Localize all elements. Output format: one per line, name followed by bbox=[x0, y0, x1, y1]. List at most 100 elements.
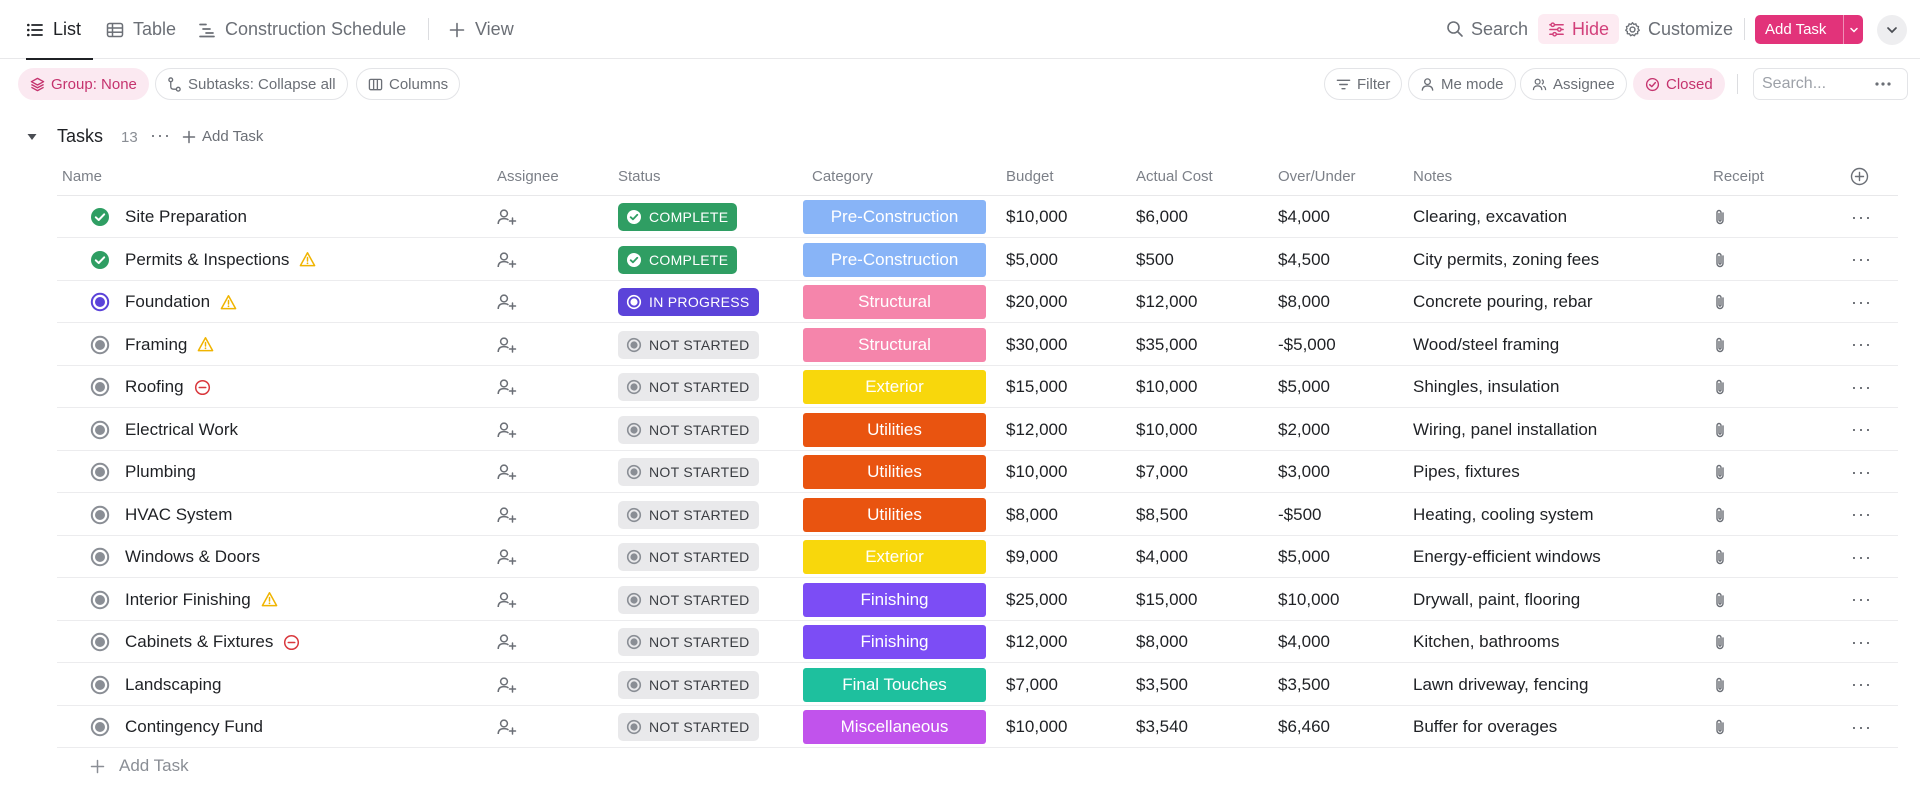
budget-cell[interactable]: $12,000 bbox=[1006, 621, 1067, 663]
assignee-cell[interactable] bbox=[497, 366, 517, 408]
category-badge[interactable]: Pre-Construction bbox=[803, 242, 986, 277]
column-receipt[interactable]: Receipt bbox=[1713, 168, 1764, 185]
receipt-cell[interactable] bbox=[1712, 536, 1728, 578]
task-name-cell[interactable]: Electrical Work bbox=[125, 409, 238, 451]
over-under-cell[interactable]: -$5,000 bbox=[1278, 324, 1336, 366]
status-badge[interactable]: NOT STARTED bbox=[618, 415, 759, 444]
add-assignee-icon[interactable] bbox=[497, 506, 517, 524]
assignee-cell[interactable] bbox=[497, 196, 517, 238]
row-menu-button[interactable]: ··· bbox=[1851, 196, 1872, 238]
budget-cell[interactable]: $5,000 bbox=[1006, 239, 1058, 281]
notes-cell[interactable]: City permits, zoning fees bbox=[1413, 239, 1599, 281]
add-assignee-icon[interactable] bbox=[497, 591, 517, 609]
task-name-cell[interactable]: Plumbing bbox=[125, 451, 196, 493]
assignee-cell[interactable] bbox=[497, 536, 517, 578]
tab-list[interactable]: List bbox=[26, 0, 94, 60]
table-row[interactable]: Contingency Fund NOT STARTED Miscellaneous… bbox=[57, 706, 1898, 748]
add-task-row[interactable]: Add Task bbox=[90, 756, 189, 776]
actual-cost-cell[interactable]: $8,500 bbox=[1136, 494, 1188, 536]
table-row[interactable]: Landscaping NOT STARTED Final Touches $7,00… bbox=[57, 664, 1898, 706]
task-name-cell[interactable]: Foundation bbox=[125, 281, 237, 323]
table-row[interactable]: Foundation IN PROGRESS Structural $20,000 $1… bbox=[57, 281, 1898, 323]
columns-chip[interactable]: Columns bbox=[356, 68, 461, 100]
task-name[interactable]: Landscaping bbox=[125, 675, 221, 695]
add-assignee-icon[interactable] bbox=[497, 676, 517, 694]
table-row[interactable]: Plumbing NOT STARTED Utilities $10,000 $7,00… bbox=[57, 451, 1898, 493]
row-menu-button[interactable]: ··· bbox=[1851, 706, 1872, 748]
table-row[interactable]: Framing NOT STARTED Structural $30,000 $35,0… bbox=[57, 324, 1898, 366]
actual-cost-cell[interactable]: $15,000 bbox=[1136, 579, 1197, 621]
receipt-cell[interactable] bbox=[1712, 494, 1728, 536]
budget-cell[interactable]: $25,000 bbox=[1006, 579, 1067, 621]
group-add-task-button[interactable]: Add Task bbox=[182, 128, 263, 145]
actual-cost-cell[interactable]: $6,000 bbox=[1136, 196, 1188, 238]
notes-cell[interactable]: Wood/steel framing bbox=[1413, 324, 1559, 366]
notes-cell[interactable]: Shingles, insulation bbox=[1413, 366, 1559, 408]
receipt-cell[interactable] bbox=[1712, 664, 1728, 706]
over-under-cell[interactable]: -$500 bbox=[1278, 494, 1321, 536]
not-started-status-icon[interactable] bbox=[90, 632, 110, 652]
task-name-cell[interactable]: HVAC System bbox=[125, 494, 232, 536]
over-under-cell[interactable]: $5,000 bbox=[1278, 536, 1330, 578]
over-under-cell[interactable]: $4,000 bbox=[1278, 621, 1330, 663]
closed-chip[interactable]: Closed bbox=[1633, 68, 1725, 100]
task-name[interactable]: Site Preparation bbox=[125, 207, 247, 227]
budget-cell[interactable]: $10,000 bbox=[1006, 196, 1067, 238]
assignee-cell[interactable] bbox=[497, 281, 517, 323]
collapse-toggle-button[interactable] bbox=[1877, 15, 1907, 45]
budget-cell[interactable]: $9,000 bbox=[1006, 536, 1058, 578]
add-assignee-icon[interactable] bbox=[497, 378, 517, 396]
actual-cost-cell[interactable]: $8,000 bbox=[1136, 621, 1188, 663]
add-assignee-icon[interactable] bbox=[497, 336, 517, 354]
notes-cell[interactable]: Clearing, excavation bbox=[1413, 196, 1567, 238]
add-assignee-icon[interactable] bbox=[497, 251, 517, 269]
complete-status-icon[interactable] bbox=[90, 250, 110, 270]
actual-cost-cell[interactable]: $500 bbox=[1136, 239, 1174, 281]
status-badge[interactable]: COMPLETE bbox=[618, 245, 738, 274]
not-started-status-icon[interactable] bbox=[90, 717, 110, 737]
paperclip-icon[interactable] bbox=[1712, 506, 1728, 524]
category-badge[interactable]: Exterior bbox=[803, 370, 986, 404]
paperclip-icon[interactable] bbox=[1712, 336, 1728, 354]
budget-cell[interactable]: $15,000 bbox=[1006, 366, 1067, 408]
notes-cell[interactable]: Wiring, panel installation bbox=[1413, 409, 1597, 451]
task-name-cell[interactable]: Framing bbox=[125, 324, 214, 366]
add-column-icon[interactable] bbox=[1850, 167, 1869, 186]
task-name[interactable]: Electrical Work bbox=[125, 420, 238, 440]
paperclip-icon[interactable] bbox=[1712, 208, 1728, 226]
not-started-status-icon[interactable] bbox=[90, 505, 110, 525]
task-name[interactable]: Foundation bbox=[125, 292, 210, 312]
actual-cost-cell[interactable]: $10,000 bbox=[1136, 366, 1197, 408]
paperclip-icon[interactable] bbox=[1712, 421, 1728, 439]
notes-cell[interactable]: Heating, cooling system bbox=[1413, 494, 1593, 536]
assignee-cell[interactable] bbox=[497, 409, 517, 451]
status-badge[interactable]: NOT STARTED bbox=[618, 670, 759, 699]
receipt-cell[interactable] bbox=[1712, 621, 1728, 663]
add-view-button[interactable]: View bbox=[448, 0, 514, 59]
group-menu-button[interactable]: ··· bbox=[150, 125, 171, 146]
caret-down-icon[interactable] bbox=[26, 131, 38, 143]
task-name-cell[interactable]: Contingency Fund bbox=[125, 706, 263, 748]
actual-cost-cell[interactable]: $10,000 bbox=[1136, 409, 1197, 451]
budget-cell[interactable]: $30,000 bbox=[1006, 324, 1067, 366]
column-assignee[interactable]: Assignee bbox=[497, 168, 559, 185]
paperclip-icon[interactable] bbox=[1712, 378, 1728, 396]
column-name[interactable]: Name bbox=[62, 168, 102, 185]
task-name[interactable]: Plumbing bbox=[125, 462, 196, 482]
task-name[interactable]: Permits & Inspections bbox=[125, 250, 289, 270]
actual-cost-cell[interactable]: $4,000 bbox=[1136, 536, 1188, 578]
status-badge[interactable]: COMPLETE bbox=[618, 203, 738, 231]
column-category[interactable]: Category bbox=[812, 168, 873, 185]
row-menu-button[interactable]: ··· bbox=[1851, 494, 1872, 536]
search-button[interactable]: Search bbox=[1446, 14, 1528, 44]
receipt-cell[interactable] bbox=[1712, 324, 1728, 366]
row-menu-button[interactable]: ··· bbox=[1851, 621, 1872, 663]
more-horizontal-icon[interactable] bbox=[1874, 81, 1892, 87]
in-progress-status-icon[interactable] bbox=[90, 292, 110, 312]
assignee-cell[interactable] bbox=[497, 621, 517, 663]
receipt-cell[interactable] bbox=[1712, 409, 1728, 451]
add-assignee-icon[interactable] bbox=[497, 548, 517, 566]
actual-cost-cell[interactable]: $35,000 bbox=[1136, 324, 1197, 366]
task-name[interactable]: Cabinets & Fixtures bbox=[125, 632, 273, 652]
not-started-status-icon[interactable] bbox=[90, 335, 110, 355]
